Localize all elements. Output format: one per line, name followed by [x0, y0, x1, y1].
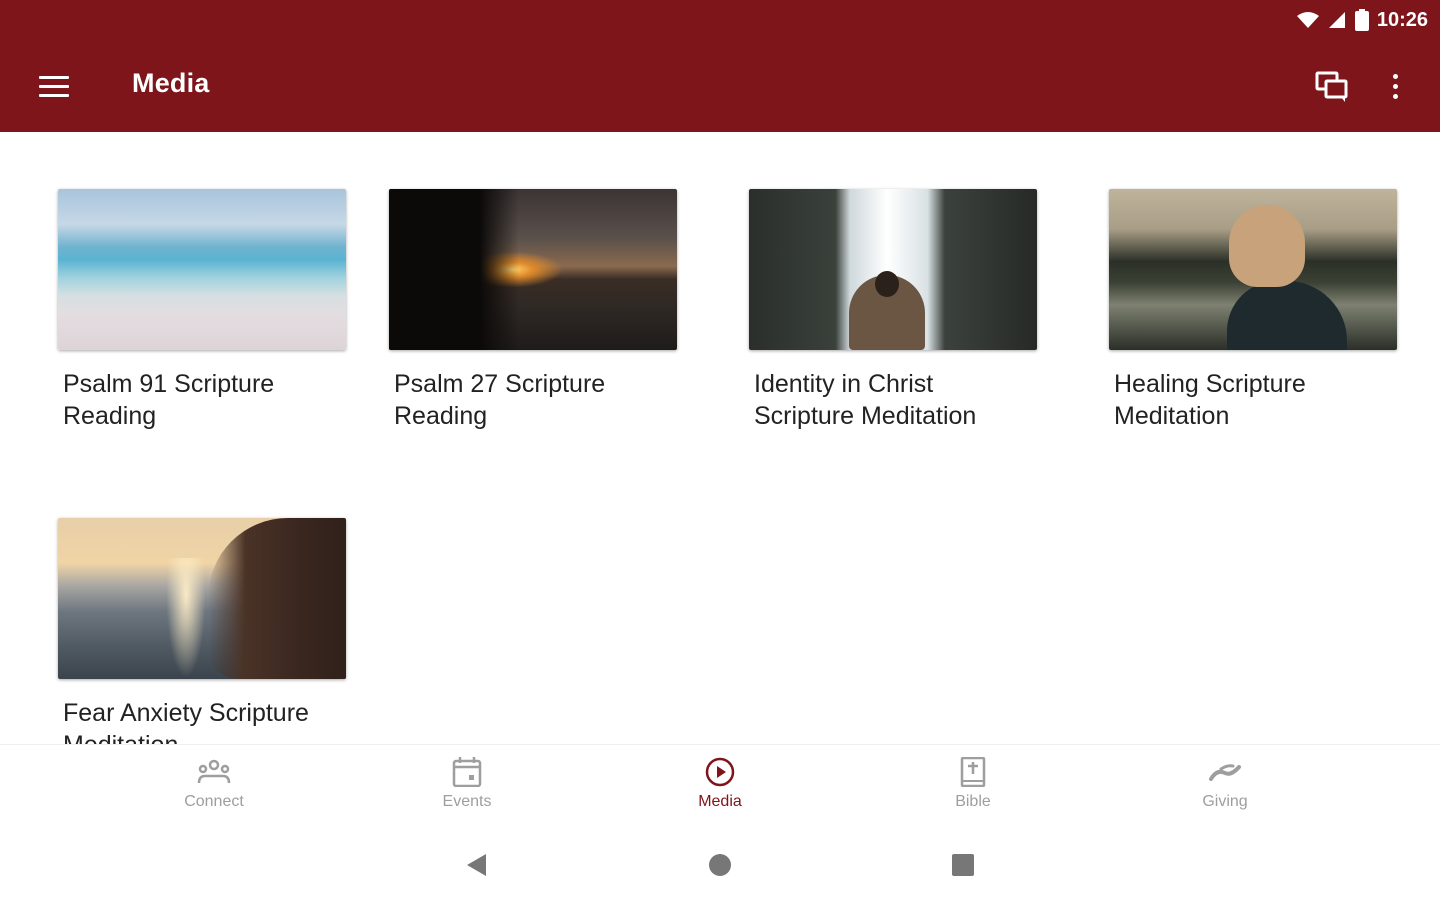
giving-hand-icon — [1209, 764, 1241, 781]
calendar-icon — [452, 757, 482, 787]
status-time: 10:26 — [1376, 8, 1428, 31]
recents-icon[interactable] — [948, 850, 978, 880]
wifi-icon — [1296, 12, 1319, 28]
status-bar: 10:26 — [1296, 6, 1428, 34]
battery-icon — [1354, 9, 1369, 31]
system-navigation-bar — [0, 832, 1440, 900]
nav-label-giving: Giving — [1202, 793, 1248, 810]
media-title: Identity in Christ Scripture Meditation — [754, 370, 977, 430]
media-card[interactable]: Psalm 91 Scripture Reading — [58, 189, 346, 432]
media-card[interactable]: Fear Anxiety Scripture Meditation — [58, 518, 346, 744]
group-icon — [197, 759, 231, 784]
media-title: Psalm 27 Scripture Reading — [394, 370, 606, 430]
cell-signal-icon — [1328, 12, 1345, 28]
nav-label-events: Events — [442, 793, 492, 810]
home-icon[interactable] — [705, 850, 735, 880]
more-vert-icon[interactable] — [1380, 64, 1410, 108]
nav-item-connect[interactable]: Connect — [154, 757, 274, 811]
media-card[interactable]: Psalm 27 Scripture Reading — [389, 189, 677, 432]
back-icon[interactable] — [462, 850, 492, 880]
media-card[interactable]: Healing Scripture Meditation — [1109, 189, 1397, 432]
media-thumbnail — [58, 518, 346, 679]
bible-icon — [960, 757, 986, 787]
nav-label-media: Media — [698, 793, 742, 810]
media-thumbnail — [389, 189, 677, 350]
media-card[interactable]: Identity in Christ Scripture Meditation — [749, 189, 1037, 432]
media-title: Fear Anxiety Scripture Meditation — [63, 699, 309, 744]
media-thumbnail — [1109, 189, 1397, 350]
page-title: Media — [132, 68, 210, 98]
nav-label-connect: Connect — [184, 793, 244, 810]
menu-icon[interactable] — [30, 66, 78, 106]
app-bar: 10:26 Media — [0, 0, 1440, 132]
media-thumbnail — [749, 189, 1037, 350]
bottom-navigation: Connect Events Media Bible Giving — [0, 744, 1440, 832]
media-grid: Psalm 91 Scripture Reading Psalm 27 Scri… — [0, 132, 1440, 744]
nav-item-giving[interactable]: Giving — [1165, 757, 1285, 811]
media-thumbnail — [58, 189, 346, 350]
nav-item-events[interactable]: Events — [407, 757, 527, 811]
play-circle-icon — [705, 757, 735, 787]
media-title: Psalm 91 Scripture Reading — [63, 370, 275, 430]
chat-icon[interactable] — [1310, 64, 1354, 108]
nav-label-bible: Bible — [955, 793, 991, 810]
media-title: Healing Scripture Meditation — [1114, 370, 1306, 430]
nav-item-media[interactable]: Media — [660, 757, 780, 811]
nav-item-bible[interactable]: Bible — [913, 757, 1033, 811]
